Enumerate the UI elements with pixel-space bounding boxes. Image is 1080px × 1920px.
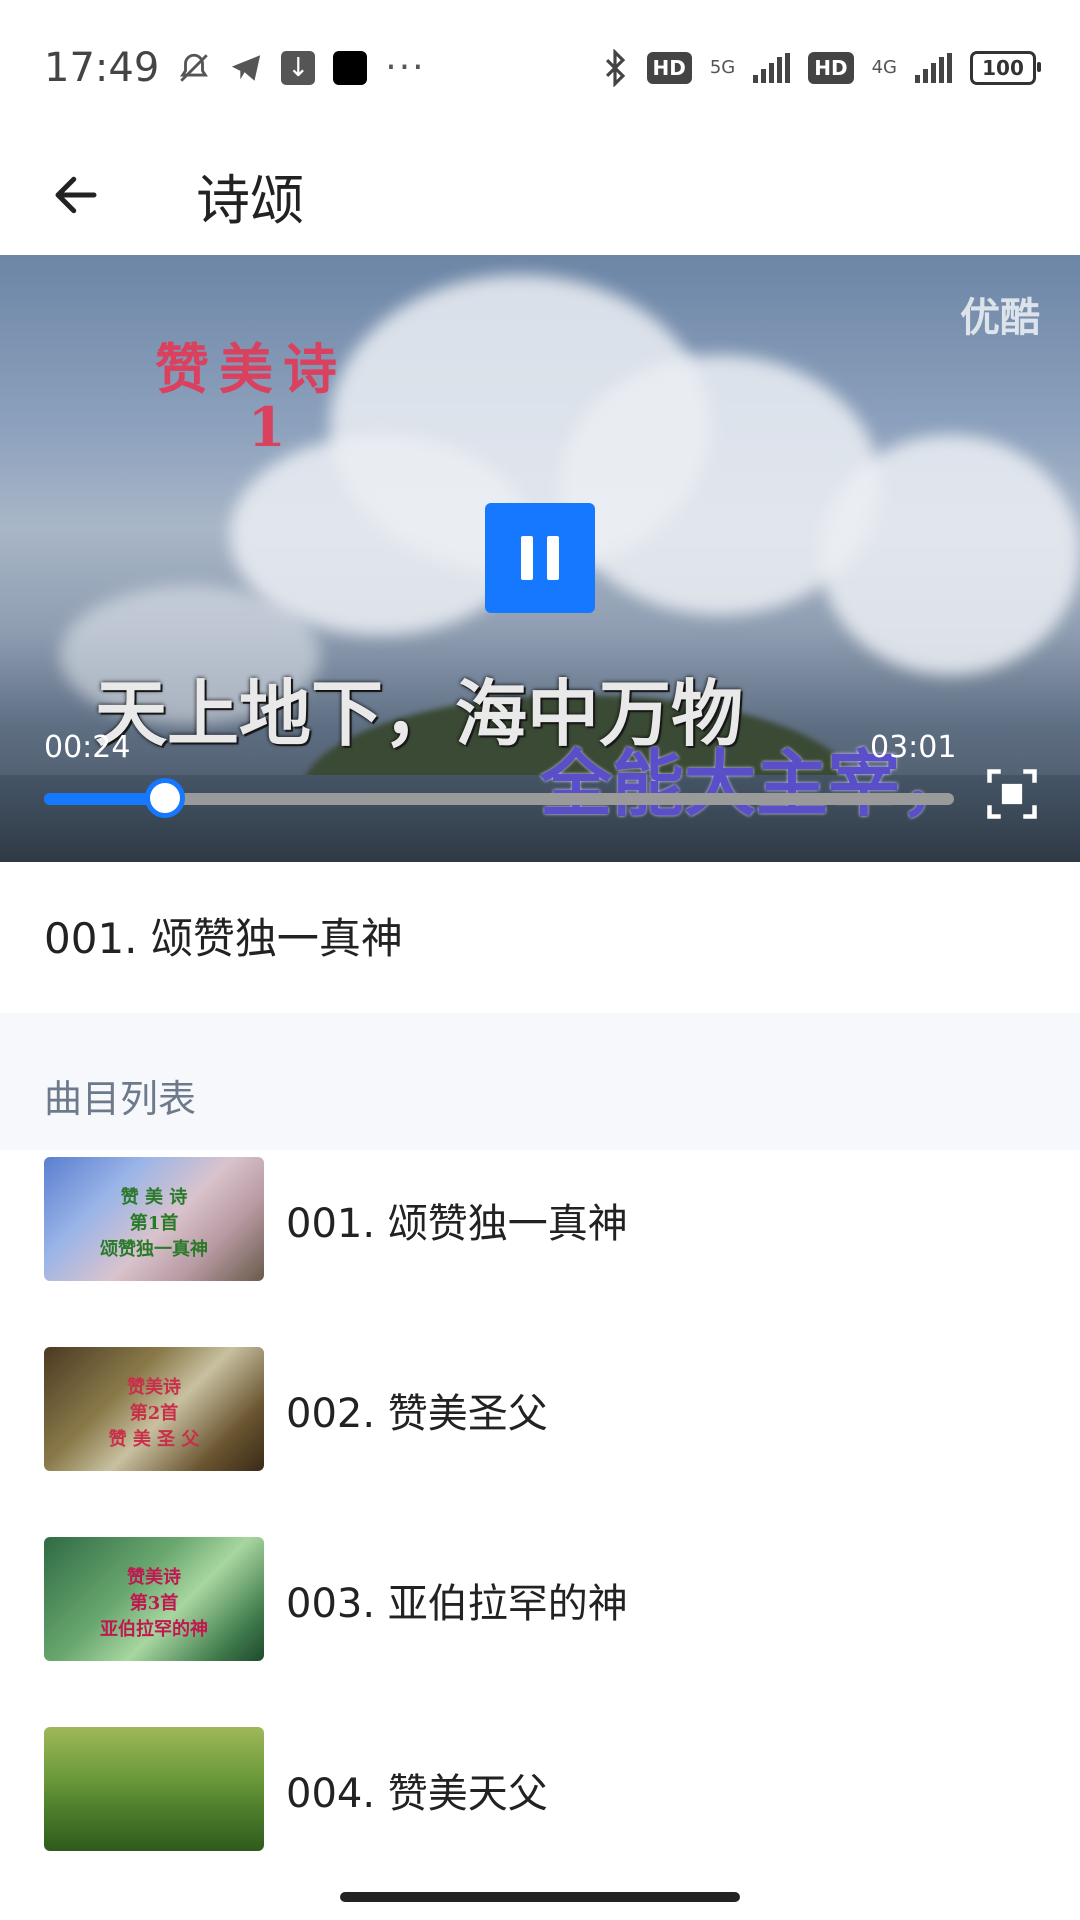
list-item[interactable]: 赞 美 诗 第1首 颂赞独一真神 001. 颂赞独一真神 — [0, 1155, 1080, 1345]
thumbnail-caption: 赞美诗 第2首 赞 美 圣 父 — [108, 1377, 200, 1450]
hd-badge-2: HD — [808, 51, 854, 84]
more-notifications-icon: ··· — [385, 47, 426, 88]
pause-button[interactable] — [485, 503, 595, 613]
thumbnail-caption: 赞美诗 第3首 亚伯拉罕的神 — [100, 1567, 208, 1640]
overlay-title: 赞美诗 — [155, 337, 347, 401]
hd-badge: HD — [646, 51, 692, 84]
network-5g-label: 5G — [709, 56, 736, 78]
list-item[interactable]: 赞美诗 第3首 亚伯拉罕的神 003. 亚伯拉罕的神 — [0, 1535, 1080, 1725]
video-thumbnail: 赞美诗 第2首 赞 美 圣 父 — [44, 1347, 264, 1471]
status-left: 17:49 ↓ ··· — [44, 45, 426, 91]
video-player[interactable]: 优酷 赞美诗 1 天上地下，海中万物 全能大主宰， 00:24 03:01 — [0, 255, 1080, 862]
app-bar: 诗颂 — [0, 135, 1080, 255]
status-bar: 17:49 ↓ ··· HD 5G HD 4G 100 — [0, 0, 1080, 135]
battery-level: 100 — [982, 55, 1024, 80]
bluetooth-icon — [601, 48, 629, 87]
cloud-shape — [820, 435, 1080, 675]
video-thumbnail: 赞美诗 第3首 亚伯拉罕的神 — [44, 1537, 264, 1661]
now-playing-title: 001. 颂赞独一真神 — [44, 914, 403, 963]
status-time: 17:49 — [44, 44, 160, 91]
fullscreen-button[interactable] — [985, 767, 1039, 821]
watermark: 优酷 — [960, 295, 1040, 341]
seek-thumb[interactable] — [145, 778, 186, 818]
list-item[interactable]: 赞美诗 第2首 赞 美 圣 父 002. 赞美圣父 — [0, 1345, 1080, 1535]
pause-bar — [521, 536, 533, 580]
playlist: 赞 美 诗 第1首 颂赞独一真神 001. 颂赞独一真神 赞美诗 第2首 赞 美… — [0, 1155, 1080, 1915]
back-button[interactable] — [36, 155, 116, 235]
list-item-title: 003. 亚伯拉罕的神 — [286, 1581, 628, 1627]
list-item[interactable]: 004. 赞美天父 — [0, 1725, 1080, 1915]
network-4g-label: 4G — [871, 56, 897, 78]
video-thumbnail: 赞 美 诗 第1首 颂赞独一真神 — [44, 1157, 264, 1281]
app-notification-icon — [333, 50, 368, 85]
total-time: 03:01 — [870, 730, 957, 765]
overlay-number: 1 — [248, 395, 286, 459]
signal-5g: 5G — [709, 56, 736, 78]
signal-bars-icon-2 — [915, 52, 952, 83]
pause-bar — [547, 536, 559, 580]
video-thumbnail — [44, 1727, 264, 1851]
battery-icon: 100 — [970, 50, 1041, 85]
signal-bars-icon — [753, 52, 791, 83]
playlist-section-label: 曲目列表 — [44, 1077, 197, 1121]
list-item-title: 001. 颂赞独一真神 — [286, 1201, 628, 1247]
signal-4g: 4G — [871, 56, 897, 78]
home-indicator[interactable] — [340, 1892, 740, 1902]
list-item-title: 002. 赞美圣父 — [286, 1391, 548, 1437]
current-time: 00:24 — [44, 730, 131, 765]
telegram-icon — [229, 51, 263, 85]
mute-bell-icon — [177, 51, 211, 85]
thumbnail-caption: 赞 美 诗 第1首 颂赞独一真神 — [100, 1187, 208, 1260]
download-icon: ↓ — [281, 50, 316, 85]
fullscreen-icon — [987, 769, 1037, 819]
page-title: 诗颂 — [196, 168, 304, 232]
arrow-left-icon — [55, 176, 97, 214]
status-right: HD 5G HD 4G 100 — [601, 48, 1041, 87]
list-item-title: 004. 赞美天父 — [286, 1771, 548, 1817]
